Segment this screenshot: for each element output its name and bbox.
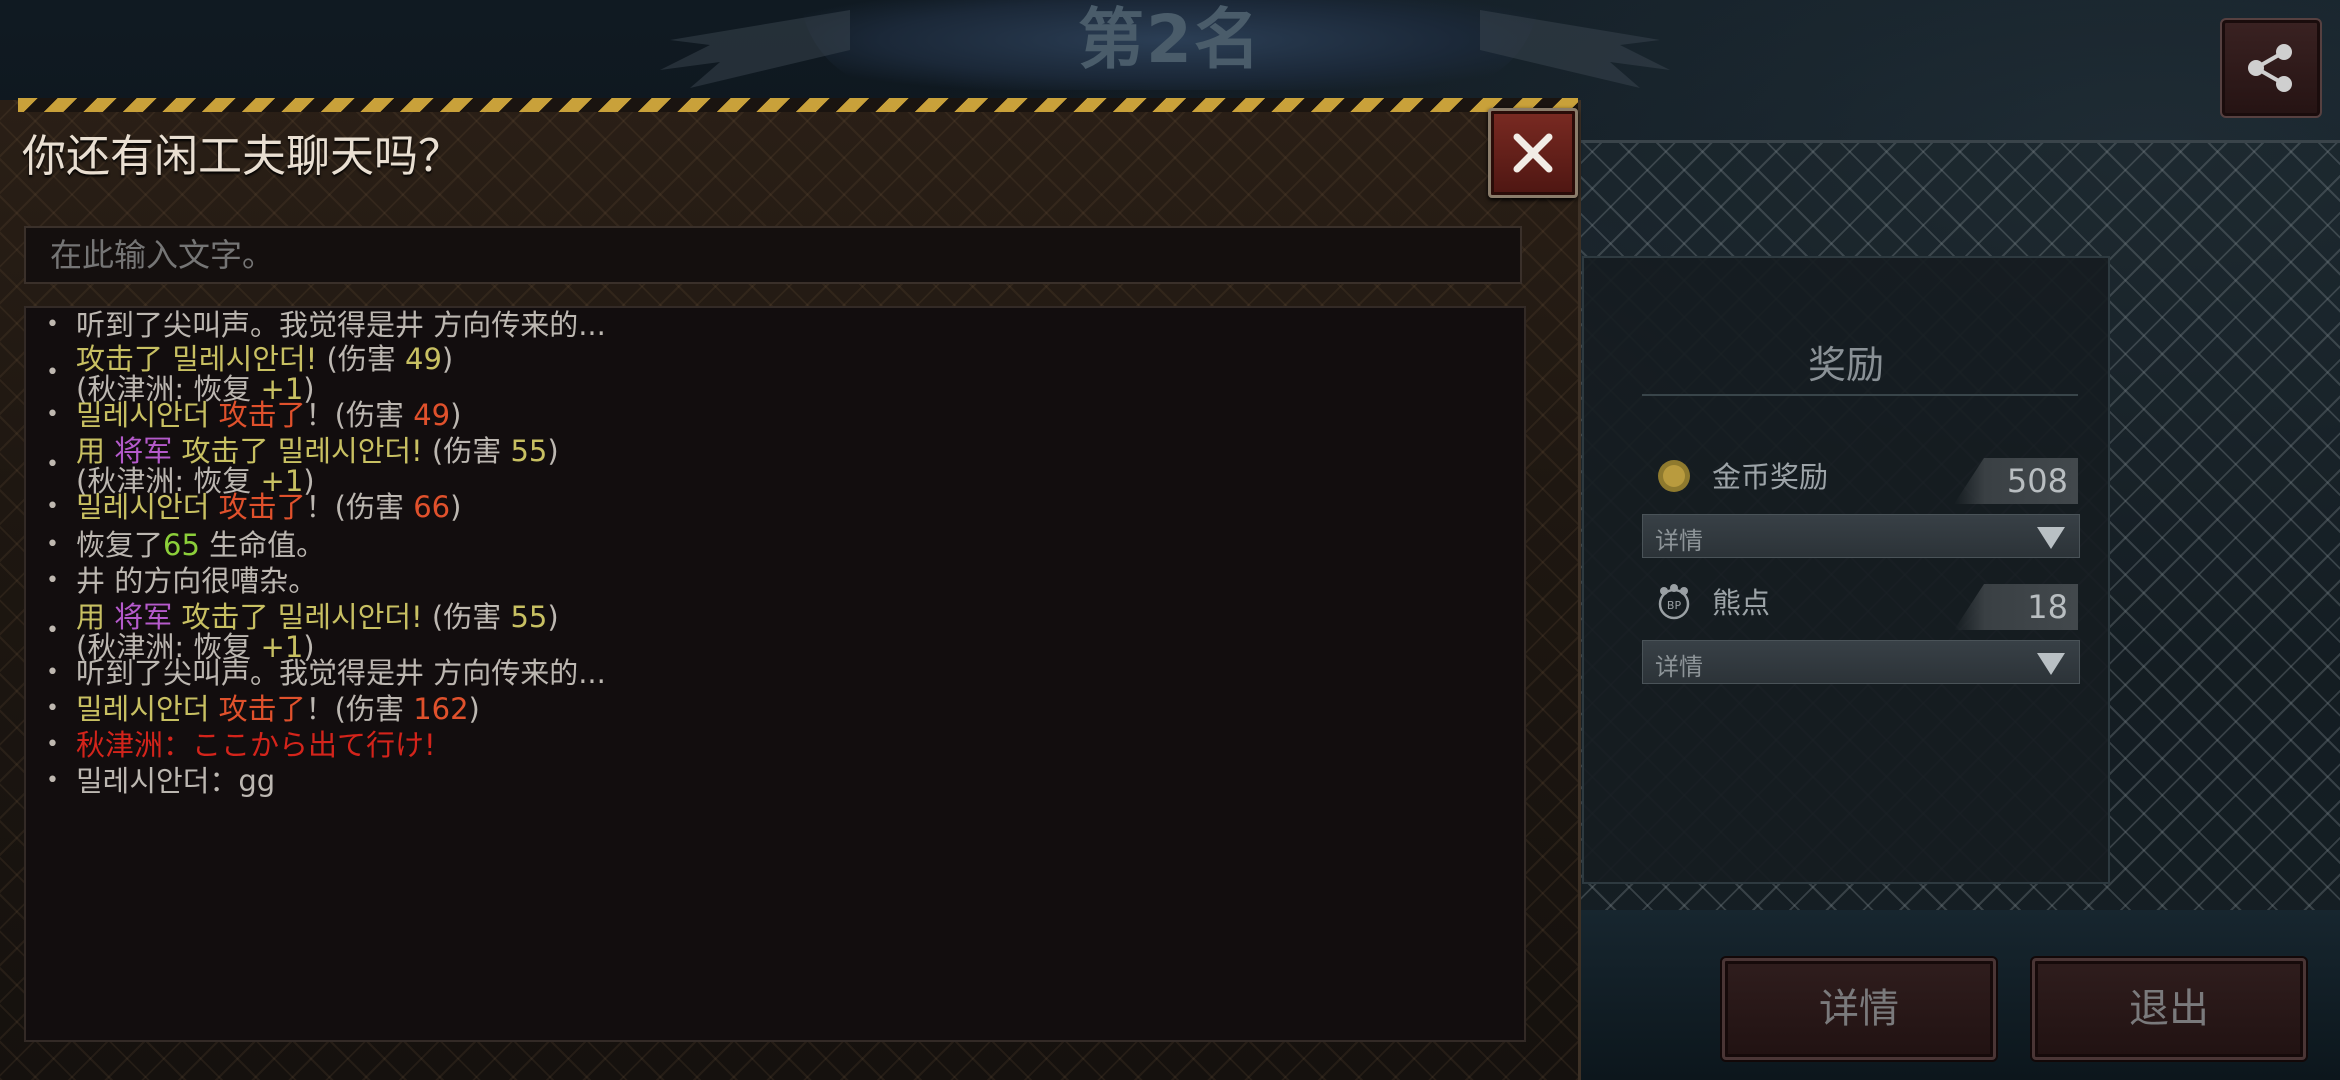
bullet-icon: • bbox=[46, 494, 59, 519]
message-segment: 밀레시안더 bbox=[76, 692, 219, 726]
message-segment: 将军 bbox=[114, 434, 182, 468]
message-segment: 攻击了 bbox=[181, 434, 278, 468]
message-segment: 밀레시안더 bbox=[76, 398, 219, 432]
message-segment: 攻击了 bbox=[76, 342, 173, 376]
message-segment: 攻击了 bbox=[181, 600, 278, 634]
bullet-icon: • bbox=[46, 660, 59, 685]
bullet-icon: • bbox=[46, 532, 59, 557]
chat-message-text: 攻击了 밀레시안더! (伤害 49) bbox=[76, 344, 453, 374]
message-segment: 攻击了 bbox=[218, 398, 306, 432]
gold-detail-dropdown[interactable]: 详情 bbox=[1642, 514, 2080, 558]
reward-label: 金币奖励 bbox=[1712, 460, 1829, 494]
chat-input[interactable] bbox=[24, 226, 1522, 284]
message-segment: ) bbox=[547, 600, 559, 634]
message-segment: 49 bbox=[405, 342, 442, 376]
close-button[interactable] bbox=[1488, 108, 1578, 198]
rewards-divider bbox=[1642, 394, 2078, 396]
message-segment: ) bbox=[468, 692, 480, 726]
chat-message-text: 秋津洲：ここから出て行け! bbox=[76, 730, 436, 760]
message-segment: 밀레시안더：gg bbox=[76, 764, 276, 798]
message-segment: 55 bbox=[510, 434, 548, 468]
close-icon bbox=[1513, 133, 1553, 173]
bullet-icon: • bbox=[46, 696, 59, 721]
message-segment: 65 bbox=[163, 528, 200, 562]
reward-row-gold: 金币奖励 508 bbox=[1642, 448, 2078, 504]
message-segment: ！(伤害 bbox=[305, 490, 414, 524]
rewards-panel: 奖励 金币奖励 508 详情 BP 熊点 18 详情 bbox=[1582, 256, 2110, 884]
chat-message-text: 밀레시안더 攻击了！(伤害 49) bbox=[76, 400, 461, 430]
message-segment: 攻击了 bbox=[218, 490, 306, 524]
message-segment: 49 bbox=[413, 398, 451, 432]
message-segment: 秋津洲：ここから出て行け! bbox=[76, 728, 436, 762]
message-segment: 66 bbox=[413, 490, 451, 524]
chat-message-text: 밀레시안더 攻击了！(伤害 162) bbox=[76, 694, 480, 724]
message-segment: (伤害 bbox=[431, 600, 511, 634]
chevron-down-icon bbox=[2037, 653, 2065, 675]
message-segment: 恢复了 bbox=[76, 528, 164, 562]
bullet-icon: • bbox=[46, 618, 59, 643]
bullet-icon: • bbox=[46, 768, 59, 793]
chat-log[interactable]: • 听到了尖叫声。我觉得是井 方向传来的... • 攻击了 밀레시안더! (伤害 49… bbox=[24, 306, 1526, 1042]
bullet-icon: • bbox=[46, 568, 59, 593]
message-segment: ) bbox=[450, 490, 462, 524]
bullet-icon: • bbox=[46, 360, 59, 385]
message-segment: 55 bbox=[510, 600, 548, 634]
svg-text:BP: BP bbox=[1667, 599, 1682, 612]
bullet-icon: • bbox=[46, 402, 59, 427]
message-segment: 162 bbox=[413, 692, 469, 726]
message-segment: (伤害 bbox=[431, 434, 511, 468]
reward-value-box: 18 bbox=[1954, 584, 2078, 630]
bullet-icon: • bbox=[46, 732, 59, 757]
rank-title: 第2名 bbox=[1078, 1, 1262, 78]
bullet-icon: • bbox=[46, 452, 59, 477]
message-segment: 听到了尖叫声。我觉得是井 方向传来的... bbox=[76, 308, 606, 342]
chat-title: 你还有闲工夫聊天吗？ bbox=[22, 131, 462, 182]
exit-button[interactable]: 退出 bbox=[2032, 958, 2306, 1060]
message-segment: 将军 bbox=[114, 600, 182, 634]
message-segment: ) bbox=[547, 434, 559, 468]
reward-value: 18 bbox=[2027, 588, 2068, 626]
rewards-title: 奖励 bbox=[1807, 343, 1884, 387]
message-segment: 밀레시안더! bbox=[277, 600, 432, 634]
message-segment: (伤害 bbox=[326, 342, 406, 376]
message-segment: 攻击了 bbox=[218, 692, 306, 726]
gold-coin-icon bbox=[1658, 460, 1690, 492]
message-segment: 用 bbox=[76, 434, 115, 468]
left-wing-emblem-icon bbox=[660, 10, 850, 88]
chat-message-text: 밀레시안더：gg bbox=[76, 766, 275, 796]
message-segment: 밀레시안더! bbox=[172, 342, 327, 376]
chat-message-text: 听到了尖叫声。我觉得是井 方向传来的... bbox=[76, 310, 606, 340]
message-segment: 밀레시안더! bbox=[277, 434, 432, 468]
message-segment: ) bbox=[441, 342, 454, 376]
chevron-down-icon bbox=[2037, 527, 2065, 549]
chat-message-text: 恢复了65 生命值。 bbox=[76, 530, 325, 560]
message-segment: ) bbox=[450, 398, 462, 432]
chat-message-text: 听到了尖叫声。我觉得是井 方向传来的... bbox=[76, 658, 606, 688]
message-segment: 밀레시안더 bbox=[76, 490, 219, 524]
message-segment: 听到了尖叫声。我觉得是井 方向传来的... bbox=[76, 656, 606, 690]
message-segment: ！(伤害 bbox=[305, 398, 414, 432]
right-wing-emblem-icon bbox=[1480, 10, 1670, 88]
bear-point-icon: BP bbox=[1658, 584, 1690, 620]
reward-row-bear-points: BP 熊点 18 bbox=[1642, 574, 2078, 630]
chat-message-text: 用 将军 攻击了 밀레시안더! (伤害 55) bbox=[76, 602, 559, 632]
hazard-stripe bbox=[18, 98, 1578, 112]
share-button[interactable] bbox=[2220, 18, 2322, 118]
reward-value: 508 bbox=[2006, 462, 2068, 500]
share-icon bbox=[2248, 44, 2292, 92]
bullet-icon: • bbox=[46, 312, 59, 337]
message-segment: 用 bbox=[76, 600, 115, 634]
dropdown-label: 详情 bbox=[1655, 527, 1703, 555]
reward-value-box: 508 bbox=[1954, 458, 2078, 504]
details-button[interactable]: 详情 bbox=[1722, 958, 1996, 1060]
dropdown-label: 详情 bbox=[1655, 653, 1703, 681]
reward-label: 熊点 bbox=[1712, 586, 1771, 620]
chat-message-text: 밀레시안더 攻击了！(伤害 66) bbox=[76, 492, 461, 522]
chat-message-text: 用 将军 攻击了 밀레시안더! (伤害 55) bbox=[76, 436, 559, 466]
chat-message-text: 井 的方向很嘈杂。 bbox=[76, 566, 317, 596]
message-segment: ！(伤害 bbox=[305, 692, 414, 726]
message-segment: 井 的方向很嘈杂。 bbox=[76, 564, 318, 598]
bear-points-detail-dropdown[interactable]: 详情 bbox=[1642, 640, 2080, 684]
message-segment: 生命值。 bbox=[199, 528, 326, 562]
